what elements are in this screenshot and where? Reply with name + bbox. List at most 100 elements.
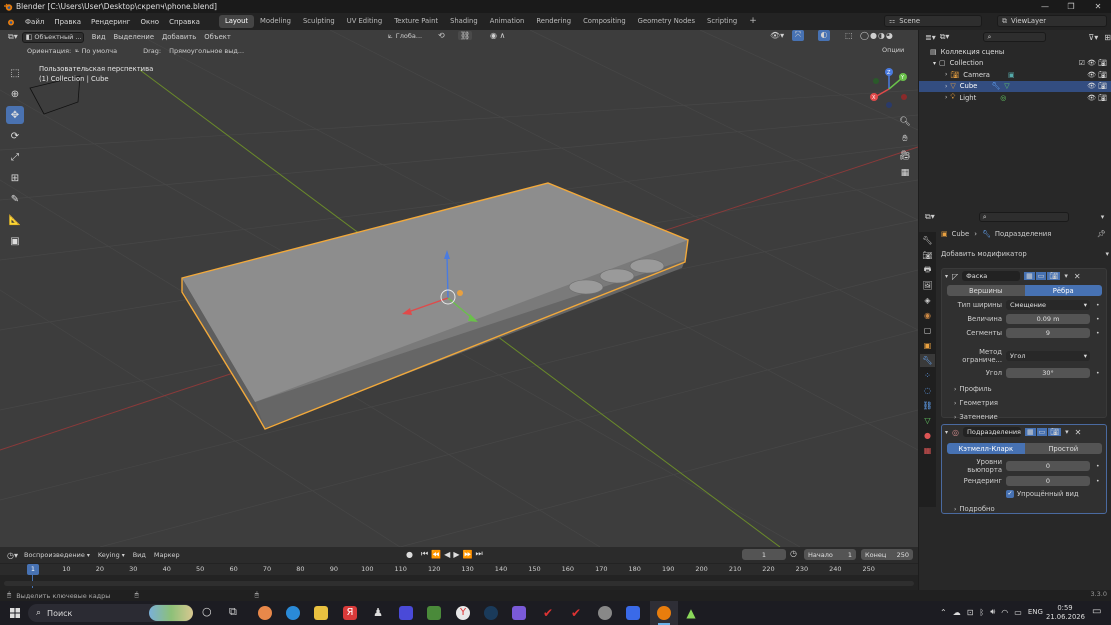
cursor-tool[interactable]: ⊕: [6, 85, 24, 103]
viewport-menu-add[interactable]: Добавить: [162, 33, 196, 41]
orientation-setting-value[interactable]: По умолча: [81, 47, 117, 55]
limit-method-dropdown[interactable]: Угол ▾: [1006, 351, 1090, 361]
keyframe-dot-icon[interactable]: •: [1096, 316, 1100, 323]
3d-viewport[interactable]: ⧉▾ ◧ Объектный ... Вид Выделение Добавит…: [0, 30, 918, 547]
minimize-button[interactable]: —: [1032, 0, 1058, 13]
checkbox-checked-icon[interactable]: ✓: [1006, 490, 1014, 498]
timeline-view-menu[interactable]: Вид: [133, 551, 146, 559]
language-indicator[interactable]: ENG: [1028, 608, 1043, 616]
menu-edit[interactable]: Правка: [49, 18, 86, 26]
levels-viewport-field[interactable]: 0: [1006, 461, 1090, 471]
tab-shading[interactable]: Shading: [444, 15, 484, 28]
wifi-icon[interactable]: ◠: [1001, 608, 1008, 617]
menu-window[interactable]: Окно: [135, 18, 164, 26]
eye-icon[interactable]: 👁︎: [1087, 82, 1096, 90]
checkbox-icon[interactable]: ☑: [1079, 59, 1085, 67]
outliner-item-camera[interactable]: › 📷︎ Camera ▣ 👁︎ 📷︎: [919, 69, 1111, 81]
taskbar-active-blender[interactable]: [650, 601, 678, 625]
jump-end-icon[interactable]: ⏭: [475, 549, 482, 559]
outliner-search-input[interactable]: ⌕: [983, 32, 1047, 42]
app-icon-4[interactable]: [626, 606, 640, 620]
optimal-display-row[interactable]: ✓ Упрощённый вид: [1006, 490, 1106, 498]
rotate-tool[interactable]: ⟳: [6, 127, 24, 145]
marker-menu[interactable]: Маркер: [154, 551, 180, 559]
menu-file[interactable]: Файл: [20, 18, 49, 26]
drag-value[interactable]: Прямоугольное выд...: [169, 47, 244, 55]
cortana-icon[interactable]: ○: [202, 605, 212, 618]
clock-icon[interactable]: ◷: [790, 549, 797, 558]
filter-icon[interactable]: ⊽▾: [1088, 33, 1098, 42]
affect-edges-button[interactable]: Рёбра: [1024, 285, 1102, 296]
expand-icon[interactable]: ›: [945, 83, 947, 90]
render-toggle-icon[interactable]: 📷︎: [1047, 272, 1061, 280]
render-levels-field[interactable]: 0: [1006, 476, 1090, 486]
app-icon-1[interactable]: [258, 606, 272, 620]
jump-start-icon[interactable]: ⏮: [421, 549, 428, 559]
object-tab-icon[interactable]: ▣: [920, 339, 935, 352]
tab-animation[interactable]: Animation: [484, 15, 531, 28]
play-icon[interactable]: ▶: [453, 550, 459, 559]
measure-tool[interactable]: 📐: [6, 211, 24, 229]
annotate-tool[interactable]: ✎: [6, 190, 24, 208]
app-icon-2[interactable]: [399, 606, 413, 620]
remove-modifier-icon[interactable]: ✕: [1074, 272, 1081, 281]
app-tray-icon[interactable]: ⊡: [967, 608, 974, 617]
current-frame-field[interactable]: 1: [742, 549, 786, 560]
amount-field[interactable]: 0.09 m: [1006, 314, 1090, 324]
eye-icon[interactable]: 👁︎: [1087, 59, 1096, 67]
camera-render-icon[interactable]: 📷︎: [1098, 82, 1107, 90]
view-layer-tab-icon[interactable]: 🖼︎: [920, 279, 935, 292]
tab-texture-paint[interactable]: Texture Paint: [388, 15, 444, 28]
shading-modes-icon[interactable]: ◯●◑◕: [860, 31, 894, 40]
subpanel-advanced[interactable]: › Подробно: [954, 505, 1106, 513]
collapse-arrow-icon[interactable]: ▾: [945, 273, 948, 280]
width-type-dropdown[interactable]: Смещение ▾: [1006, 300, 1090, 310]
play-reverse-icon[interactable]: ◀: [444, 550, 450, 559]
subpanel-profile[interactable]: › Профиль: [954, 385, 1106, 393]
edge-icon[interactable]: [286, 606, 300, 620]
volume-icon[interactable]: 🔊︎: [990, 607, 995, 617]
viewport-scene[interactable]: [0, 30, 918, 547]
view-layer-selector[interactable]: ⧉ ViewLayer: [997, 15, 1107, 27]
discord-icon[interactable]: [512, 606, 526, 620]
bluetooth-icon[interactable]: ᛒ: [979, 608, 984, 617]
tab-uv-editing[interactable]: UV Editing: [341, 15, 388, 28]
render-tab-icon[interactable]: 📷︎: [920, 249, 935, 262]
transform-orientation[interactable]: ⟀ Глоба...: [388, 31, 422, 41]
viewport-menu-select[interactable]: Выделение: [114, 33, 154, 41]
outliner-item-cube[interactable]: › ▽ Cube 🔧︎ ▽ 👁︎ 📷︎: [919, 80, 1111, 92]
angle-field[interactable]: 30°: [1006, 368, 1090, 378]
app-icon-5[interactable]: ▲: [684, 606, 698, 620]
outliner-display-icon[interactable]: ⧉▾: [940, 32, 950, 42]
world-tab-icon[interactable]: ◉: [920, 309, 935, 322]
menu-render[interactable]: Рендеринг: [86, 18, 136, 26]
particles-tab-icon[interactable]: ⁘: [920, 369, 935, 382]
pan-hand-icon[interactable]: ✋︎: [898, 131, 912, 148]
navigation-gizmo[interactable]: Z X Y: [864, 66, 914, 112]
person-icon[interactable]: ♟: [371, 606, 385, 620]
start-frame-field[interactable]: Начало 1: [804, 549, 856, 560]
editor-type-icon[interactable]: ⧉▾: [8, 32, 18, 42]
file-explorer-icon[interactable]: [314, 606, 328, 620]
camera-render-icon[interactable]: 📷︎: [1098, 71, 1107, 79]
edit-mode-toggle-icon[interactable]: ▦: [1024, 272, 1035, 280]
task-view-icon[interactable]: ⧉: [229, 605, 237, 619]
pivot-icon[interactable]: ⟲: [438, 31, 445, 40]
playback-menu[interactable]: Воспроизведение: [24, 551, 85, 559]
camera-render-icon[interactable]: 📷︎: [1098, 59, 1107, 67]
playhead[interactable]: 1: [27, 564, 39, 575]
move-tool[interactable]: ✥: [6, 106, 24, 124]
subpanel-shading[interactable]: › Затенение: [954, 413, 1106, 421]
tab-geometry-nodes[interactable]: Geometry Nodes: [632, 15, 701, 28]
pin-icon[interactable]: 📌︎: [1097, 230, 1106, 238]
yandex-icon[interactable]: Я: [343, 606, 357, 620]
collection-tab-icon[interactable]: ▢: [920, 324, 935, 337]
add-cube-tool[interactable]: ▣: [6, 232, 24, 250]
timeline-editor-icon[interactable]: ◷▾: [7, 551, 18, 560]
collapse-icon[interactable]: ▾: [1101, 213, 1105, 221]
keying-menu[interactable]: Keying: [98, 551, 120, 559]
affect-vertices-button[interactable]: Вершины: [947, 285, 1025, 296]
blender-menu-icon[interactable]: [5, 17, 15, 27]
proportional-edit-icon[interactable]: ◉ ∧: [490, 31, 505, 40]
select-box-tool[interactable]: ⬚: [6, 64, 24, 82]
